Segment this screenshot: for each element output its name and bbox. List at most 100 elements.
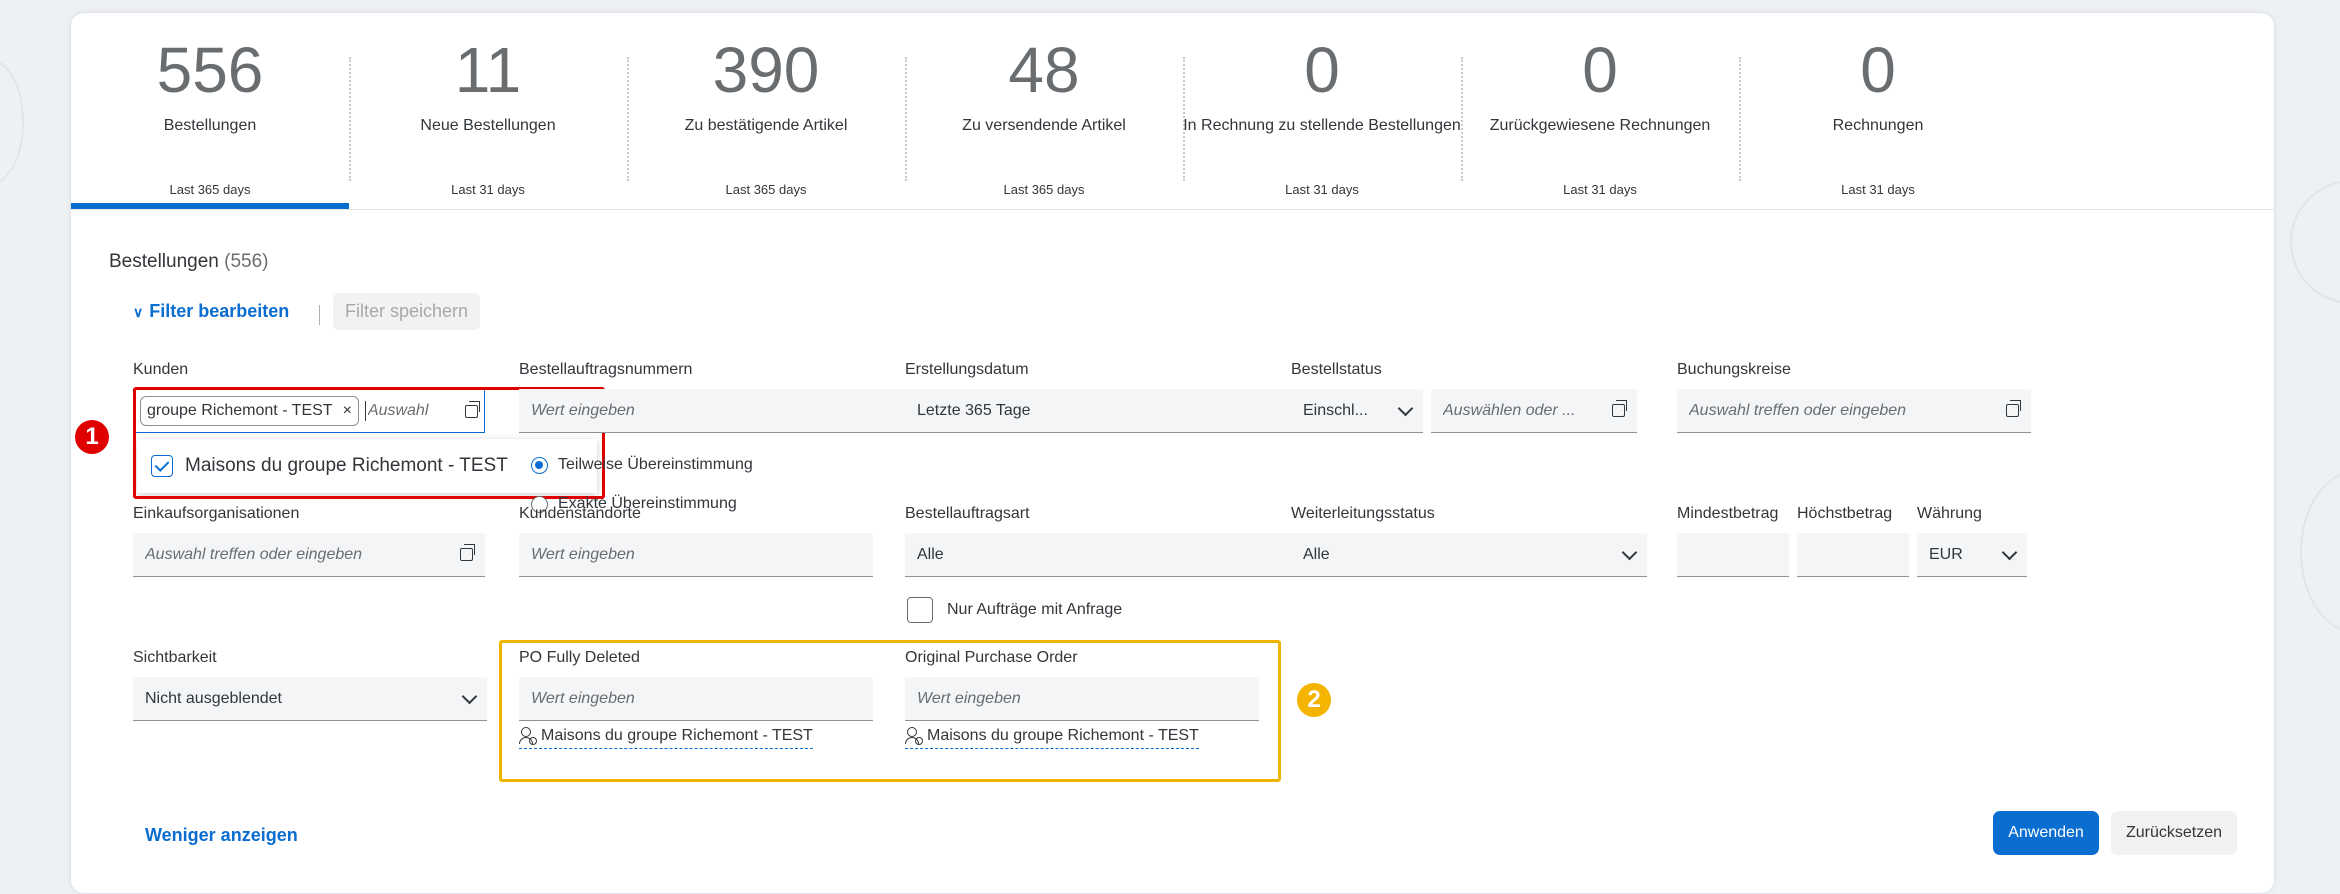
company-codes-input[interactable]: Auswahl treffen oder eingeben [1677, 389, 2031, 433]
order-status-input[interactable]: Auswählen oder ... [1431, 389, 1637, 433]
kpi-value: 556 [156, 34, 264, 106]
edit-filter-label: Filter bearbeiten [149, 301, 290, 321]
visibility-select[interactable]: Nicht ausgeblendet [133, 677, 487, 721]
value-help-icon[interactable] [2006, 400, 2021, 417]
kunden-input[interactable]: groupe Richemont - TEST × Auswahl [133, 389, 485, 433]
original-po-mapping[interactable]: Maisons du groupe Richemont - TEST [905, 727, 1199, 749]
kpi-label: Zu bestätigende Artikel [684, 117, 848, 134]
po-number-label: Bestellauftragsnummern [519, 361, 693, 378]
customer-locations-label: Kundenstandorte [519, 505, 641, 522]
kpi-period: Last 31 days [451, 182, 525, 197]
save-filter-button[interactable]: Filter speichern [333, 293, 481, 330]
visibility-value: Nicht ausgeblendet [145, 689, 282, 707]
value-help-icon[interactable] [1612, 400, 1627, 417]
kpi-tile-invoices[interactable]: 0 Rechnungen Last 31 days [1739, 37, 2017, 197]
min-amount-input[interactable] [1677, 533, 1789, 577]
chevron-down-icon [1621, 544, 1638, 561]
kpi-tile-items-to-ship[interactable]: 48 Zu versendende Artikel Last 365 days [905, 37, 1183, 197]
reset-button[interactable]: Zurücksetzen [2111, 811, 2237, 855]
order-type-value: Alle [917, 545, 944, 563]
section-count: (556) [224, 251, 269, 272]
po-fully-deleted-input[interactable]: Wert eingeben [519, 677, 873, 721]
customer-settings-icon [519, 727, 537, 745]
kpi-value: 11 [454, 34, 522, 106]
original-po-mapping-text: Maisons du groupe Richemont - TEST [927, 727, 1199, 744]
kpi-value: 0 [1860, 34, 1896, 106]
option-checkbox[interactable] [151, 455, 173, 477]
close-icon[interactable]: × [343, 402, 352, 420]
kpi-tile-items-to-confirm[interactable]: 390 Zu bestätigende Artikel Last 365 day… [627, 37, 905, 197]
kunden-token-text: groupe Richemont - TEST [147, 402, 333, 419]
company-codes-placeholder: Auswahl treffen oder eingeben [1689, 401, 1907, 419]
creation-date-label: Erstellungsdatum [905, 361, 1029, 378]
kpi-value: 0 [1582, 34, 1618, 106]
show-less-link[interactable]: Weniger anzeigen [145, 825, 298, 846]
chevron-down-icon [461, 688, 478, 705]
edit-filter-toggle[interactable]: ∨ Filter bearbeiten [133, 301, 289, 322]
forwarding-status-value: Alle [1303, 545, 1330, 563]
kpi-tile-orders[interactable]: 556 Bestellungen Last 365 days [71, 37, 349, 197]
max-amount-input[interactable] [1797, 533, 1909, 577]
apply-button[interactable]: Anwenden [1993, 811, 2099, 855]
kpi-tiles: 556 Bestellungen Last 365 days 11 Neue B… [71, 13, 2274, 210]
original-po-placeholder: Wert eingeben [917, 689, 1021, 707]
value-help-icon[interactable] [460, 544, 475, 561]
customer-settings-icon [905, 727, 923, 745]
creation-date-value: Letzte 365 Tage [917, 401, 1031, 419]
kpi-tile-new-orders[interactable]: 11 Neue Bestellungen Last 31 days [349, 37, 627, 197]
currency-select[interactable]: EUR [1917, 533, 2027, 577]
order-status-placeholder: Auswählen oder ... [1443, 401, 1576, 419]
po-fully-deleted-placeholder: Wert eingeben [531, 689, 635, 707]
kunden-option[interactable]: Maisons du groupe Richemont - TEST [185, 455, 508, 477]
kpi-label: Zurückgewiesene Rechnungen [1489, 117, 1711, 134]
customer-locations-input[interactable]: Wert eingeben [519, 533, 873, 577]
kpi-value: 390 [712, 34, 820, 106]
partial-match-label: Teilweise Übereinstimmung [558, 456, 753, 473]
original-po-input[interactable]: Wert eingeben [905, 677, 1259, 721]
only-orders-with-inquiry[interactable]: Nur Aufträge mit Anfrage [907, 597, 1122, 623]
currency-label: Währung [1917, 505, 1982, 522]
order-type-label: Bestellauftragsart [905, 505, 1030, 522]
inquiry-checkbox-label: Nur Aufträge mit Anfrage [947, 601, 1123, 618]
creation-date-select[interactable]: Letzte 365 Tage [905, 389, 1329, 433]
kpi-tile-orders-to-invoice[interactable]: 0 In Rechnung zu stellende Bestellungen … [1183, 37, 1461, 197]
partial-match-option[interactable]: Teilweise Übereinstimmung [531, 456, 753, 474]
order-status-operator[interactable]: Einschl... [1291, 389, 1423, 433]
kpi-period: Last 31 days [1841, 182, 1915, 197]
kpi-period: Last 31 days [1285, 182, 1359, 197]
min-amount-label: Mindestbetrag [1677, 505, 1779, 522]
background-decoration [0, 60, 24, 184]
po-fully-deleted-label: PO Fully Deleted [519, 649, 640, 666]
kpi-period: Last 365 days [169, 182, 251, 197]
purchasing-org-input[interactable]: Auswahl treffen oder eingeben [133, 533, 485, 577]
kunden-suggestion-list: Maisons du groupe Richemont - TEST [137, 439, 597, 493]
order-type-select[interactable]: Alle [905, 533, 1329, 577]
po-fully-deleted-mapping[interactable]: Maisons du groupe Richemont - TEST [519, 727, 813, 749]
value-help-icon[interactable] [465, 400, 480, 418]
kpi-period: Last 365 days [1003, 182, 1085, 197]
visibility-label: Sichtbarkeit [133, 649, 217, 666]
kunden-token: groupe Richemont - TEST × [140, 396, 359, 426]
kpi-period: Last 31 days [1563, 182, 1637, 197]
inquiry-checkbox[interactable] [907, 597, 933, 623]
purchasing-org-placeholder: Auswahl treffen oder eingeben [145, 545, 363, 563]
forwarding-status-label: Weiterleitungsstatus [1291, 505, 1435, 522]
kpi-label: Zu versendende Artikel [962, 117, 1126, 134]
currency-value: EUR [1929, 545, 1963, 563]
forwarding-status-select[interactable]: Alle [1291, 533, 1647, 577]
radio-partial[interactable] [531, 456, 548, 474]
kpi-tile-rejected-invoices[interactable]: 0 Zurückgewiesene Rechnungen Last 31 day… [1461, 37, 1739, 197]
order-status-label: Bestellstatus [1291, 361, 1382, 378]
chevron-down-icon: ∨ [133, 304, 144, 320]
kpi-period: Last 365 days [725, 182, 807, 197]
step-badge-1: 1 [75, 420, 109, 454]
text-caret [364, 401, 366, 421]
purchasing-org-label: Einkaufsorganisationen [133, 505, 300, 522]
kpi-value: 48 [1008, 34, 1080, 106]
kpi-label: Neue Bestellungen [420, 117, 556, 134]
po-fully-deleted-mapping-text: Maisons du groupe Richemont - TEST [541, 727, 813, 744]
kpi-label: Rechnungen [1832, 117, 1924, 134]
kpi-label: In Rechnung zu stellende Bestellungen [1183, 117, 1461, 134]
kunden-label: Kunden [133, 361, 189, 378]
po-number-input[interactable]: Wert eingeben [519, 389, 943, 433]
